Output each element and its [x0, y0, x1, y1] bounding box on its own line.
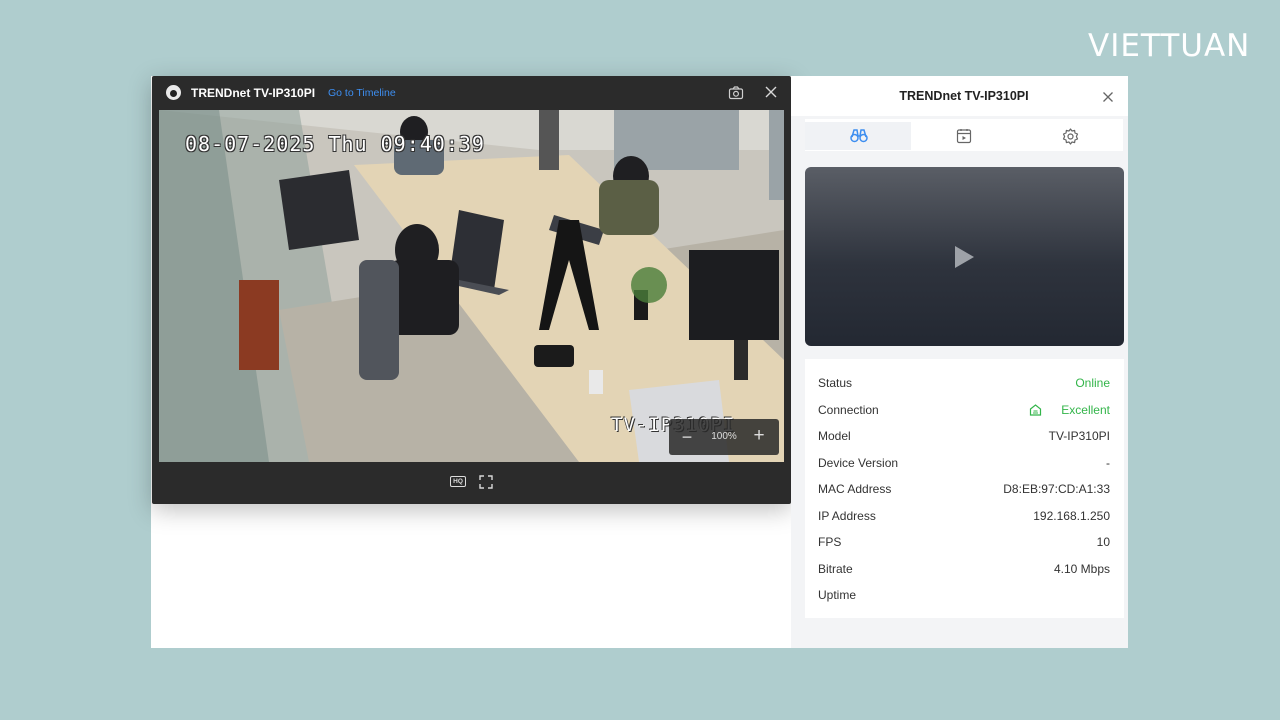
go-to-timeline-link[interactable]: Go to Timeline: [328, 87, 396, 99]
osd-datetime: 08-07-2025 Thu 09:40:39: [185, 132, 485, 156]
info-row-device-version: Device Version -: [805, 452, 1124, 474]
close-icon[interactable]: [764, 85, 778, 99]
live-view-toolbar: HQ: [152, 462, 791, 504]
live-view-titlebar: TRENDnet TV-IP310PI Go to Timeline: [152, 76, 791, 110]
tab-settings[interactable]: [1017, 122, 1123, 150]
brand-logo-text: VIETTUAN: [1088, 28, 1251, 64]
tab-live-view[interactable]: [805, 122, 911, 150]
info-row-uptime: Uptime: [805, 584, 1124, 606]
live-view-title: TRENDnet TV-IP310PI: [191, 86, 316, 100]
brand-logo: VIETTUAN: [1088, 28, 1270, 64]
camera-icon: [166, 85, 181, 100]
fps-value: 10: [1096, 535, 1110, 549]
info-row-mac-address: MAC Address D8:EB:97:CD:A1:33: [805, 478, 1124, 500]
zoom-level: 100%: [711, 431, 737, 442]
ip-address-value: 192.168.1.250: [1033, 508, 1110, 523]
fullscreen-icon[interactable]: [479, 475, 493, 489]
tab-playback[interactable]: [911, 122, 1017, 150]
info-row-ip-address: IP Address 192.168.1.250: [805, 505, 1124, 527]
camera-feed-image: [159, 110, 784, 462]
info-label: IP Address: [818, 508, 876, 523]
zoom-control: − 100% +: [669, 419, 779, 455]
model-value: TV-IP310PI: [1048, 429, 1110, 443]
mac-address-value: D8:EB:97:CD:A1:33: [1003, 482, 1110, 496]
signal-icon: [1029, 403, 1042, 416]
device-panel-tabs: [805, 119, 1123, 151]
hq-quality-button[interactable]: HQ: [450, 476, 466, 487]
device-version-value: -: [1106, 455, 1110, 470]
info-label: Model: [818, 429, 851, 443]
play-icon[interactable]: [955, 246, 974, 268]
info-label: Connection: [818, 402, 879, 417]
device-panel: TRENDnet TV-IP310PI Status Online Connec…: [791, 76, 1128, 648]
info-label: Status: [818, 376, 853, 390]
close-icon[interactable]: [1102, 90, 1114, 102]
camera-feed[interactable]: 08-07-2025 Thu 09:40:39 TV-IP310PI − 100…: [159, 110, 784, 462]
video-preview[interactable]: [805, 167, 1124, 346]
info-row-status: Status Online: [805, 372, 1124, 394]
connection-value: Excellent: [1061, 402, 1110, 417]
info-label: Device Version: [818, 455, 899, 470]
info-row-fps: FPS 10: [805, 531, 1124, 553]
device-info-list: Status Online Connection Excellent Model…: [805, 359, 1124, 618]
info-row-model: Model TV-IP310PI: [805, 425, 1124, 447]
zoom-in-button[interactable]: +: [751, 426, 767, 445]
info-label: MAC Address: [818, 482, 892, 496]
info-label: FPS: [818, 535, 842, 549]
device-panel-title: TRENDnet TV-IP310PI: [899, 89, 1029, 103]
device-panel-header: TRENDnet TV-IP310PI: [791, 76, 1128, 116]
camera-snapshot-icon[interactable]: [728, 86, 744, 100]
info-row-connection: Connection Excellent: [805, 399, 1124, 421]
playback-calendar-icon: [956, 129, 972, 144]
info-label: Bitrate: [818, 561, 853, 576]
binoculars-icon: [850, 129, 868, 143]
info-label: Uptime: [818, 588, 857, 602]
info-row-bitrate: Bitrate 4.10 Mbps: [805, 558, 1124, 580]
zoom-out-button[interactable]: −: [679, 428, 695, 446]
bitrate-value: 4.10 Mbps: [1053, 561, 1110, 576]
status-value: Online: [1075, 376, 1110, 390]
live-view-window: TRENDnet TV-IP310PI Go to Timeline 08-07…: [152, 76, 791, 504]
gear-icon: [1062, 128, 1079, 145]
